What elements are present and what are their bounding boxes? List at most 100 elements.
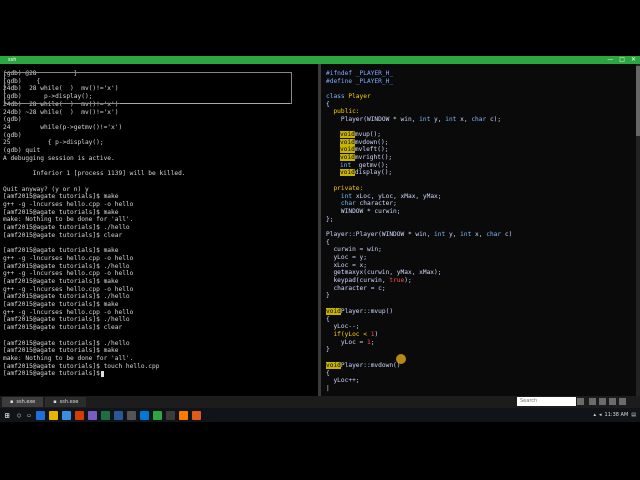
close-button[interactable]: ✕ xyxy=(631,56,636,64)
office-icon[interactable] xyxy=(75,410,84,420)
code-text: character; xyxy=(355,200,397,208)
minimize-button[interactable]: — xyxy=(607,56,613,64)
code-text: void xyxy=(326,308,341,315)
code-text: void xyxy=(340,138,355,146)
vlc-icon[interactable] xyxy=(179,410,188,420)
code-text: c) xyxy=(501,231,513,238)
code-text: keypad(curwin, xyxy=(326,277,390,284)
taskbar: ⊞ ○ ▭ xyxy=(0,408,640,422)
letterbox xyxy=(0,422,640,480)
mouse-cursor-highlight xyxy=(396,354,406,364)
editor-scrollbar[interactable] xyxy=(636,64,640,396)
code-text: _PLAYER_H_ xyxy=(355,70,394,77)
code-text: yLoc++; xyxy=(326,377,360,385)
code-text: display(); xyxy=(354,169,393,177)
text-cursor: | xyxy=(326,385,330,392)
tab-ssh-1[interactable]: ▪ ssh.exe xyxy=(2,397,44,407)
terminal-line: (gdb) quit xyxy=(3,147,41,154)
terminal-line: [amf2015@agate tutorials]$ make xyxy=(3,247,119,255)
store-icon[interactable] xyxy=(62,410,71,420)
scrollbar-thumb[interactable] xyxy=(636,66,640,136)
search-icon[interactable]: ○ xyxy=(14,408,24,422)
window-controls: — □ ✕ xyxy=(607,56,636,64)
code-text: mvup(); xyxy=(354,131,381,138)
search-icon[interactable] xyxy=(577,398,584,405)
code-text: _PLAYER_H_ xyxy=(355,77,394,85)
tab-ssh-2[interactable]: ▪ ssh.exe xyxy=(45,397,87,407)
split-icon[interactable] xyxy=(599,398,606,405)
terminal-line: [amf2015@agate tutorials]$ ./hello xyxy=(3,293,130,301)
app-icon[interactable] xyxy=(166,410,175,420)
code-text: char xyxy=(471,116,487,123)
code-text: ); xyxy=(404,277,412,284)
code-text: Player(WINDOW * win, xyxy=(326,116,420,123)
terminal-line: [amf2015@agate tutorials]$ ./hello xyxy=(3,339,130,347)
code-text: } xyxy=(326,292,330,300)
terminal-pane[interactable]: (gdb) @28 } (gdb) {24db) 28 while( ) mv()… xyxy=(0,64,318,396)
edge-icon[interactable] xyxy=(36,410,45,420)
code-text: y, xyxy=(445,231,461,238)
network-icon[interactable]: ▴ xyxy=(594,412,597,418)
terminal-line: 24db) ~28 while( ) mv()!='x') xyxy=(3,108,119,116)
app-icon[interactable] xyxy=(127,410,136,420)
code-text: void xyxy=(340,169,355,177)
code-text: yLoc--; xyxy=(326,323,360,331)
new-tab-icon[interactable] xyxy=(589,398,596,405)
mail-icon[interactable] xyxy=(140,410,149,420)
terminal-line: 24 while(p->getmv()!='x') xyxy=(3,123,123,131)
terminal-line: [amf2015@agate tutorials]$ make xyxy=(3,193,119,201)
code-text: character = c; xyxy=(326,284,386,292)
terminal-line: g++ -g -lncurses hello.cpp -o hello xyxy=(3,270,134,278)
excel-icon[interactable] xyxy=(101,410,110,420)
tab-label: ssh.exe xyxy=(16,399,36,405)
code-text: private: xyxy=(326,185,364,192)
gdb-frame-box xyxy=(4,72,292,104)
code-text: mvdown(); xyxy=(354,138,389,146)
terminal-line: 25 { p->display(); xyxy=(3,139,104,147)
onenote-icon[interactable] xyxy=(88,410,97,420)
code-text: int xyxy=(434,231,446,238)
code-text: int xyxy=(340,192,353,200)
code-text: true xyxy=(389,277,405,284)
terminal-line: [amf2015@agate tutorials]$ make xyxy=(3,208,119,216)
word-icon[interactable] xyxy=(114,410,123,420)
terminal-line: Inferior 1 [process 1139] will be killed… xyxy=(3,170,186,178)
code-text: yLoc = y; xyxy=(326,254,367,261)
gdb-line xyxy=(120,103,290,104)
firefox-icon[interactable] xyxy=(192,410,201,420)
code-text: y, xyxy=(430,116,446,123)
code-text: int xyxy=(445,116,457,123)
code-text: void xyxy=(340,146,355,154)
code-text: WINDOW * curwin; xyxy=(326,208,401,215)
code-text: xLoc = x; xyxy=(326,261,367,269)
terminal-line: g++ -g -lncurses hello.cpp -o hello xyxy=(3,200,134,208)
file-explorer-icon[interactable] xyxy=(49,410,58,420)
task-view-icon[interactable]: ▭ xyxy=(24,408,34,422)
volume-icon[interactable]: ◂ xyxy=(599,412,602,418)
notifications-icon[interactable]: ▤ xyxy=(631,412,636,418)
terminal-line: A debugging session is active. xyxy=(3,154,115,162)
windows-start-icon[interactable]: ⊞ xyxy=(0,408,14,422)
search-input[interactable]: Search xyxy=(517,397,576,406)
terminal-line: [amf2015@agate tutorials]$ clear xyxy=(3,324,123,332)
terminal-line: [amf2015@agate tutorials]$ make xyxy=(3,277,119,285)
terminal-line: [amf2015@agate tutorials]$ ./hello xyxy=(3,224,130,231)
title-bar[interactable]: ssh — □ ✕ xyxy=(0,56,640,64)
terminal-app-icon[interactable] xyxy=(153,410,162,420)
lock-icon[interactable] xyxy=(619,398,626,405)
maximize-button[interactable]: □ xyxy=(619,56,625,64)
terminal-line: make: Nothing to be done for 'all'. xyxy=(3,216,134,224)
terminal-icon: ▪ xyxy=(10,399,14,405)
clock[interactable]: 11:38 AM xyxy=(605,412,629,418)
terminal-line: [amf2015@agate tutorials]$ ./hello xyxy=(3,316,130,324)
code-text: char xyxy=(340,200,356,208)
tab-label: ssh.exe xyxy=(59,399,79,405)
editor-pane[interactable]: #ifndef _PLAYER_H_ #define _PLAYER_H_ cl… xyxy=(321,64,640,396)
terminal-line: Quit anyway? (y or n) y xyxy=(3,185,89,193)
code-text: Player xyxy=(348,93,371,100)
terminal-line: make: Nothing to be done for 'all'. xyxy=(3,354,134,362)
settings-icon[interactable] xyxy=(609,398,616,405)
code-text: }; xyxy=(326,215,334,223)
code-text: public: xyxy=(326,108,360,116)
